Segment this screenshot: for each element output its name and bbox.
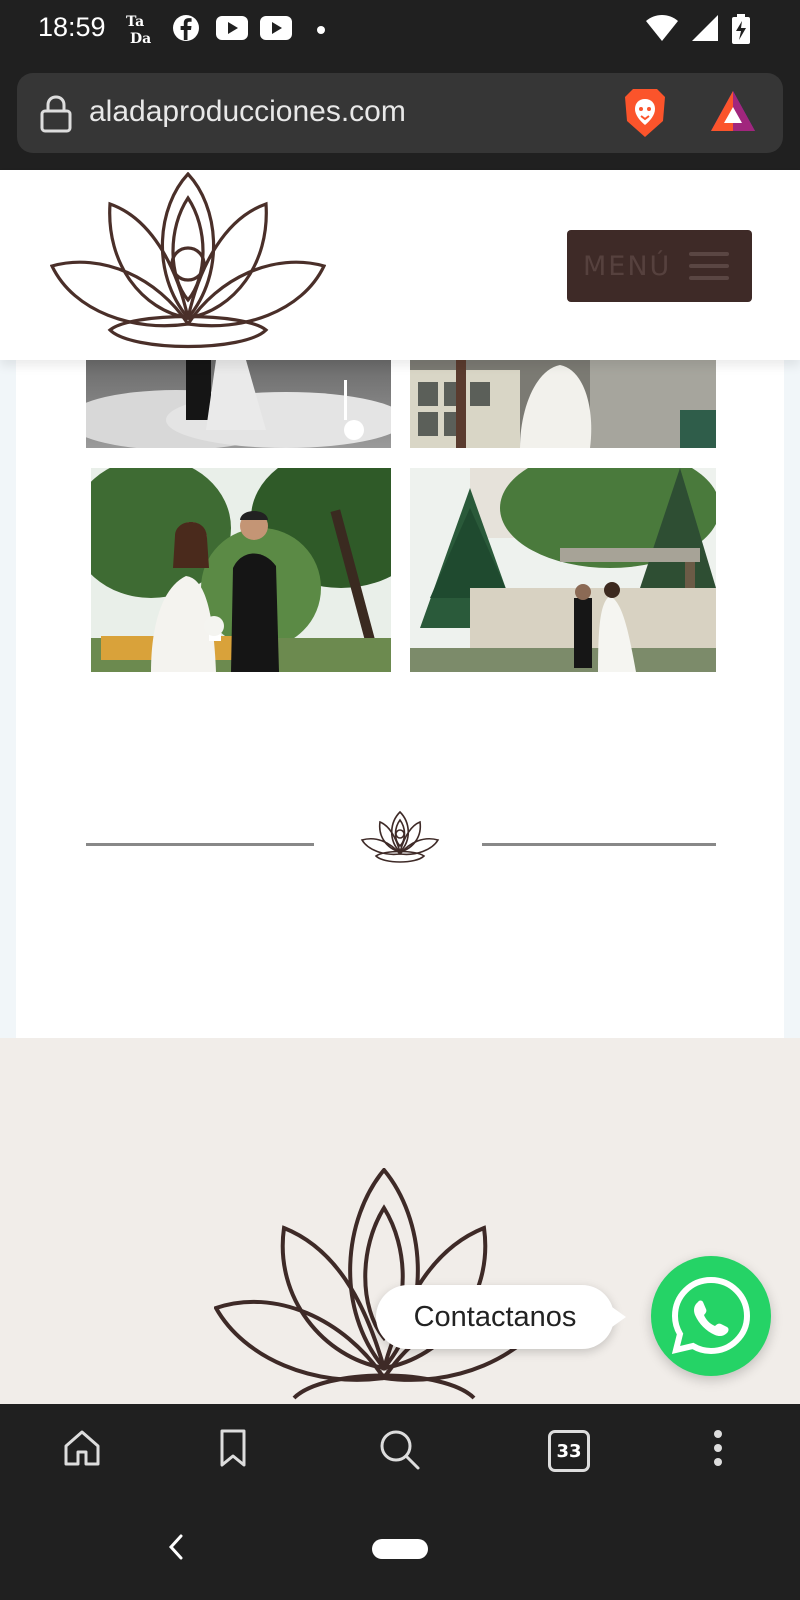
hamburger-icon <box>689 250 729 282</box>
home-icon[interactable] <box>62 1428 102 1468</box>
contact-bubble[interactable]: Contactanos <box>376 1285 626 1349</box>
wifi-icon <box>646 15 678 41</box>
lock-icon[interactable] <box>39 95 73 133</box>
youtube-icon <box>260 16 292 40</box>
status-right-icons <box>646 14 750 44</box>
svg-text:Ta: Ta <box>126 14 144 30</box>
contact-label[interactable]: Contactanos <box>414 1301 577 1334</box>
system-navbar <box>0 1502 800 1600</box>
gallery-photo[interactable] <box>410 468 716 672</box>
lotus-logo[interactable] <box>50 172 326 358</box>
whatsapp-icon <box>671 1276 751 1355</box>
menu-button[interactable]: MENÚ <box>567 230 752 302</box>
lotus-icon <box>360 810 440 863</box>
facebook-icon <box>173 15 199 41</box>
tabs-icon[interactable]: 33 <box>548 1430 590 1472</box>
home-pill[interactable] <box>372 1539 428 1559</box>
battery-charging-icon <box>732 14 750 44</box>
status-bar: 18:59 Ta Da <box>0 0 800 58</box>
status-time: 18:59 <box>38 12 106 42</box>
tada-icon: Ta Da <box>126 14 151 46</box>
tabs-count: 33 <box>556 1440 582 1462</box>
signal-icon <box>692 15 718 41</box>
address-bar[interactable]: aladaproducciones.com <box>17 73 783 153</box>
divider-line-left <box>86 843 314 846</box>
back-icon[interactable] <box>166 1532 186 1562</box>
gallery-photo[interactable] <box>91 468 391 672</box>
svg-text:Da: Da <box>130 31 151 46</box>
search-icon[interactable] <box>378 1428 422 1472</box>
divider-line-right <box>482 843 716 846</box>
whatsapp-button[interactable] <box>651 1256 771 1376</box>
menu-label: MENÚ <box>583 250 672 282</box>
brave-rewards-icon[interactable] <box>709 89 757 133</box>
url-text[interactable]: aladaproducciones.com <box>89 95 406 129</box>
site-header: MENÚ <box>0 170 800 360</box>
browser-bottom-toolbar: 33 <box>0 1404 800 1504</box>
dot-icon <box>317 26 325 34</box>
brave-shields-icon[interactable] <box>623 87 667 139</box>
youtube-icon <box>216 16 248 40</box>
bookmark-icon[interactable] <box>218 1428 248 1468</box>
browser-toolbar: aladaproducciones.com <box>0 58 800 170</box>
more-icon[interactable] <box>710 1428 726 1468</box>
